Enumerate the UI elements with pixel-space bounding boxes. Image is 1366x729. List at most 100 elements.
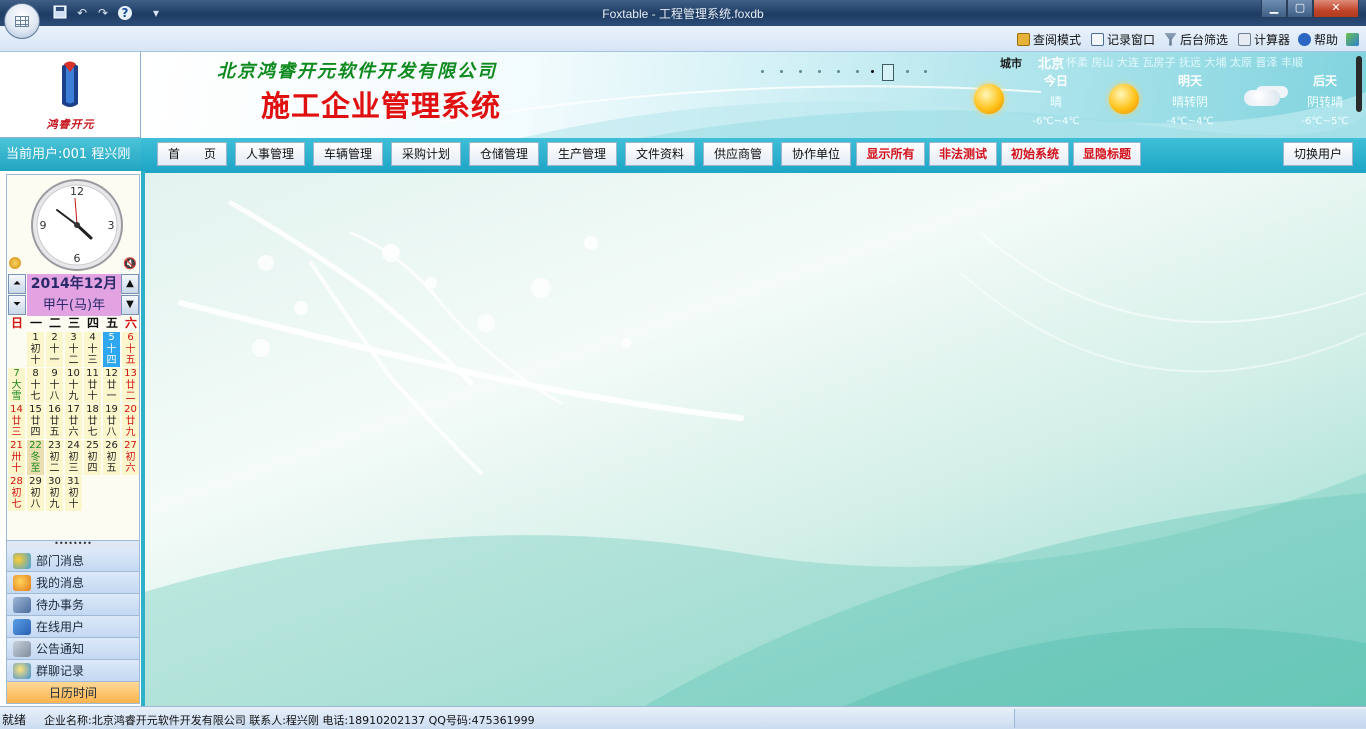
calendar-day[interactable]: 1初十 bbox=[27, 332, 44, 367]
users-icon[interactable] bbox=[1346, 30, 1359, 48]
calendar-day[interactable]: 31 初十 bbox=[65, 476, 82, 511]
carousel-dot[interactable] bbox=[780, 70, 783, 73]
sunny-icon bbox=[974, 84, 1004, 114]
carousel-dot[interactable] bbox=[818, 70, 821, 73]
sidebar-item-announcements[interactable]: 公告通知 bbox=[6, 638, 140, 660]
background-filter-button[interactable]: 后台筛选 bbox=[1164, 30, 1228, 48]
calendar-day[interactable]: 8十七 bbox=[27, 368, 44, 403]
next-year-button[interactable]: ⏷ bbox=[8, 295, 26, 315]
calendar-day[interactable]: 13 廿二 bbox=[122, 368, 139, 403]
menu-partners[interactable]: 协作单位 bbox=[781, 142, 851, 166]
sidebar-item-group-chat[interactable]: 群聊记录 bbox=[6, 660, 140, 682]
help-button[interactable]: 帮助 bbox=[1298, 30, 1338, 48]
carousel-dot[interactable] bbox=[856, 70, 859, 73]
calendar-day[interactable]: 15 廿四 bbox=[27, 404, 44, 439]
day-number: 22 bbox=[29, 440, 42, 451]
lunar-char: 一 bbox=[49, 355, 60, 366]
prev-month-button[interactable]: ▲ bbox=[121, 274, 139, 294]
record-window-label: 记录窗口 bbox=[1107, 32, 1156, 47]
menu-hr[interactable]: 人事管理 bbox=[235, 142, 305, 166]
menu-init-system[interactable]: 初始系统 bbox=[1001, 142, 1069, 166]
menu-illegal-test[interactable]: 非法测试 bbox=[929, 142, 997, 166]
minimize-button[interactable]: ▁ bbox=[1261, 0, 1287, 18]
lunar-char: 初 bbox=[68, 451, 79, 463]
calendar-day[interactable]: 5十四 bbox=[103, 332, 120, 367]
menu-production[interactable]: 生产管理 bbox=[547, 142, 617, 166]
calendar-day[interactable]: 27 初六 bbox=[122, 440, 139, 475]
calculator-button[interactable]: 计算器 bbox=[1238, 30, 1290, 48]
calendar-day[interactable]: 10 十九 bbox=[65, 368, 82, 403]
sidebar-item-todo[interactable]: 待办事务 bbox=[6, 594, 140, 616]
application-menu-button[interactable] bbox=[4, 3, 40, 39]
sidebar-item-my-messages[interactable]: 我的消息 bbox=[6, 572, 140, 594]
calendar-day[interactable]: 23 初二 bbox=[46, 440, 63, 475]
record-window-button[interactable]: 记录窗口 bbox=[1091, 30, 1155, 48]
weather-scrollbar[interactable] bbox=[1356, 56, 1362, 112]
calendar-day[interactable]: 20 廿九 bbox=[122, 404, 139, 439]
menu-suppliers[interactable]: 供应商管 bbox=[703, 142, 773, 166]
carousel-dot-active[interactable] bbox=[871, 70, 874, 73]
calendar-day[interactable]: 24 初三 bbox=[65, 440, 82, 475]
menu-purchase-plan[interactable]: 采购计划 bbox=[391, 142, 461, 166]
carousel-dot[interactable] bbox=[799, 70, 802, 73]
menu-documents[interactable]: 文件资料 bbox=[625, 142, 695, 166]
mute-icon[interactable]: 🔇 bbox=[123, 257, 137, 270]
city-list[interactable]: 怀柔 房山 大连 瓦房子 抚远 大埔 太原 晋泽 丰顺 bbox=[1066, 54, 1303, 70]
weekday-label: 三 bbox=[67, 316, 80, 330]
calendar-day[interactable]: 30 初九 bbox=[46, 476, 63, 511]
calendar-day[interactable]: 28 初七 bbox=[8, 476, 25, 511]
next-month-button[interactable]: ▼ bbox=[121, 295, 139, 315]
weather-temp: -6℃~5℃ bbox=[1301, 116, 1349, 127]
switch-user-button[interactable]: 切换用户 bbox=[1283, 142, 1353, 166]
menu-warehouse[interactable]: 仓储管理 bbox=[469, 142, 539, 166]
carousel-dot[interactable] bbox=[924, 70, 927, 73]
medal-icon[interactable] bbox=[9, 257, 21, 269]
calendar-day[interactable]: 19 廿八 bbox=[103, 404, 120, 439]
calendar-day[interactable]: 25 初四 bbox=[84, 440, 101, 475]
day-number: 15 bbox=[29, 404, 42, 415]
menu-toggle-title[interactable]: 显隐标题 bbox=[1073, 142, 1141, 166]
calendar-day[interactable]: 7大雪 bbox=[8, 368, 25, 403]
sidebar-item-calendar[interactable]: 日历时间 bbox=[6, 682, 140, 704]
calendar-day[interactable]: 11 廿十 bbox=[84, 368, 101, 403]
weekday-label: 日 bbox=[10, 316, 23, 330]
calendar-day[interactable]: 22 冬至 bbox=[27, 440, 44, 475]
prev-year-button[interactable]: ⏶ bbox=[8, 274, 26, 294]
help-label: 帮助 bbox=[1314, 32, 1339, 47]
carousel-indicator[interactable] bbox=[761, 64, 941, 81]
carousel-dot[interactable] bbox=[837, 70, 840, 73]
lunar-char: 初 bbox=[30, 343, 41, 355]
sidebar-item-department-messages[interactable]: 部门消息 bbox=[6, 550, 140, 572]
carousel-dot[interactable] bbox=[761, 70, 764, 73]
menu-show-all[interactable]: 显示所有 bbox=[856, 142, 925, 166]
close-button[interactable]: ✕ bbox=[1313, 0, 1359, 18]
lunar-char: 初 bbox=[68, 487, 79, 499]
calendar-day[interactable]: 18 廿七 bbox=[84, 404, 101, 439]
day-number: 5 bbox=[108, 332, 115, 343]
calendar-day[interactable]: 12 廿一 bbox=[103, 368, 120, 403]
calendar-day[interactable]: 9十八 bbox=[46, 368, 63, 403]
sidebar-item-online-users[interactable]: 在线用户 bbox=[6, 616, 140, 638]
maximize-button[interactable]: ▢ bbox=[1287, 0, 1313, 18]
current-city[interactable]: 北京 bbox=[1038, 53, 1064, 72]
lunar-char: 三 bbox=[68, 463, 79, 474]
carousel-dot[interactable] bbox=[906, 70, 909, 73]
sidebar-splitter[interactable]: •••••••• bbox=[6, 540, 140, 550]
calendar-day[interactable]: 26 初五 bbox=[103, 440, 120, 475]
weather-day-label: 明天 bbox=[1177, 74, 1202, 88]
online-users-icon bbox=[13, 618, 31, 635]
calendar-day[interactable]: 29 初八 bbox=[27, 476, 44, 511]
lunar-char: 初 bbox=[106, 451, 117, 463]
calendar-day[interactable]: 3十二 bbox=[65, 332, 82, 367]
menu-home[interactable]: 首 页 bbox=[157, 142, 227, 166]
calendar-day[interactable]: 21 卅十 bbox=[8, 440, 25, 475]
calendar-day[interactable]: 4十三 bbox=[84, 332, 101, 367]
carousel-slider-handle[interactable] bbox=[882, 64, 894, 81]
calendar-day[interactable]: 16 廿五 bbox=[46, 404, 63, 439]
calendar-day[interactable]: 6十五 bbox=[122, 332, 139, 367]
calendar-day[interactable]: 2十一 bbox=[46, 332, 63, 367]
calendar-day[interactable]: 17 廿六 bbox=[65, 404, 82, 439]
menu-vehicles[interactable]: 车辆管理 bbox=[313, 142, 383, 166]
view-mode-button[interactable]: 查阅模式 bbox=[1017, 30, 1081, 48]
calendar-day[interactable]: 14 廿三 bbox=[8, 404, 25, 439]
